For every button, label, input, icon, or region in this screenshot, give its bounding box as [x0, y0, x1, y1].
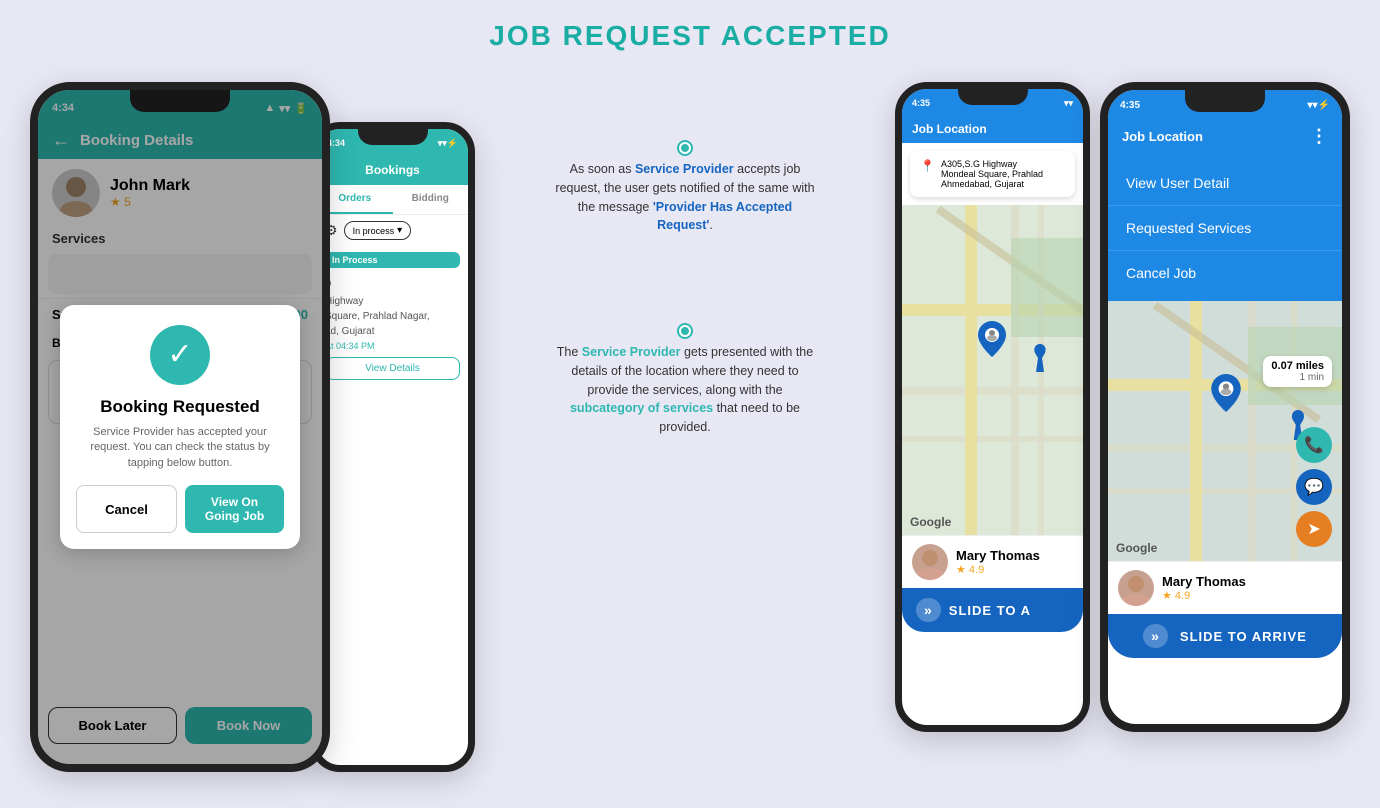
phone3-notch	[958, 89, 1028, 105]
phone4-header: Job Location ⋮	[1108, 118, 1342, 155]
phone-group-right: 4:35 ▾▾ Job Location 📍 A305,S.G Highway …	[895, 82, 1350, 732]
distance-badge: 0.07 miles 1 min	[1263, 356, 1332, 387]
phone2-frame: 4:34 ▾▾⚡ Bookings Orders Bidding ⚙ In pr…	[310, 122, 475, 772]
content-area: 4:34 ▲ ▾▾ 🔋 ← Booking Details	[30, 82, 1350, 772]
phone4-title: Job Location	[1122, 129, 1203, 144]
phone4-time: 4:35	[1120, 100, 1140, 111]
time-label: At 04:34 PM	[317, 339, 468, 353]
phone4-notch	[1185, 90, 1265, 112]
phone4-user-card: Mary Thomas ★ 4.9	[1108, 561, 1342, 614]
phone3-user-name: Mary Thomas	[956, 548, 1040, 563]
phone1-frame: 4:34 ▲ ▾▾ 🔋 ← Booking Details	[30, 82, 330, 772]
phone4-slide-label: SLIDE TO ARRIVE	[1180, 629, 1307, 644]
tab-bidding[interactable]: Bidding	[393, 185, 469, 214]
order-count: 0	[317, 274, 468, 294]
phone4-frame: 4:35 ▾▾⚡ Job Location ⋮ View User Detail…	[1100, 82, 1350, 732]
modal-buttons: Cancel View On Going Job	[76, 485, 284, 533]
dropdown-menu: View User Detail Requested Services Canc…	[1108, 155, 1342, 301]
in-process-badge: In Process	[325, 252, 460, 268]
phone4-slide-bar[interactable]: » SLIDE TO ARRIVE	[1108, 614, 1342, 658]
explanation-section: As soon as Service Provider accepts job …	[545, 82, 825, 437]
view-ongoing-job-button[interactable]: View On Going Job	[185, 485, 284, 533]
menu-view-user-detail[interactable]: View User Detail	[1108, 161, 1342, 206]
action-buttons: 📞 💬 ➤	[1296, 427, 1332, 547]
slide-arrows-icon-3: »	[916, 598, 941, 622]
filter-chevron: ▾	[397, 225, 402, 236]
phone2-title: Bookings	[365, 163, 420, 177]
phone3-user-card: Mary Thomas ★ 4.9	[902, 535, 1083, 588]
map-pin-4	[1211, 374, 1241, 417]
menu-cancel-job[interactable]: Cancel Job	[1108, 251, 1342, 295]
phone3-slide-label: SLIDE TO A	[949, 603, 1031, 618]
map-person-icon	[1030, 344, 1050, 377]
phone2-tabs: Orders Bidding	[317, 185, 468, 215]
success-check-icon: ✓	[150, 325, 210, 385]
phone3-title: Job Location	[912, 122, 987, 136]
gujarat-text: ad, Gujarat	[317, 324, 468, 339]
page-title: JOB REQUEST ACCEPTED	[489, 20, 890, 52]
phone-call-button[interactable]: 📞	[1296, 427, 1332, 463]
dot-2	[679, 325, 691, 337]
filter-label: In process	[353, 226, 395, 236]
booking-modal: ✓ Booking Requested Service Provider has…	[60, 305, 300, 549]
explanation-block-1: As soon as Service Provider accepts job …	[555, 142, 815, 235]
phone4-user-rating: ★ 4.9	[1162, 589, 1246, 602]
chip-address: A305,S.G Highway Mondeal Square, Prahlad…	[941, 159, 1043, 189]
wifi-icon3: ▾▾	[1064, 98, 1073, 109]
view-details-button[interactable]: View Details	[325, 357, 460, 380]
modal-body: Service Provider has accepted your reque…	[76, 425, 284, 471]
wifi-icon2: ▾▾⚡	[438, 138, 458, 149]
phone4-map: 📞 💬 ➤ 0.07 miles 1 min Google	[1108, 301, 1342, 561]
phone3-frame: 4:35 ▾▾ Job Location 📍 A305,S.G Highway …	[895, 82, 1090, 732]
phone3-map: Google	[902, 205, 1083, 535]
phone4-user-avatar	[1118, 570, 1154, 606]
phone4-user-name: Mary Thomas	[1162, 574, 1246, 589]
filter-row: ⚙ In process ▾	[317, 215, 468, 246]
highway-text: Highway	[317, 294, 468, 309]
modal-overlay: ✓ Booking Requested Service Provider has…	[38, 90, 322, 764]
modal-title: Booking Requested	[76, 397, 284, 417]
dot-1	[679, 142, 691, 154]
slide-arrows-icon-4: »	[1143, 624, 1168, 648]
menu-requested-services[interactable]: Requested Services	[1108, 206, 1342, 251]
phone4-status-icons: ▾▾⚡	[1308, 100, 1331, 111]
wifi-icon4: ▾▾⚡	[1308, 100, 1331, 111]
phone3-header: Job Location	[902, 115, 1083, 143]
phone2-status-icons: ▾▾⚡	[438, 138, 458, 149]
google-logo-3: Google	[910, 515, 951, 529]
phone3-user-details: Mary Thomas ★ 4.9	[956, 548, 1040, 576]
chip-pin-icon: 📍	[920, 159, 935, 173]
navigate-button[interactable]: ➤	[1296, 511, 1332, 547]
explanation-text-2: The Service Provider gets presented with…	[555, 343, 815, 437]
map-pin-1	[978, 321, 1006, 364]
phone2-notch	[358, 129, 428, 145]
more-options-icon[interactable]: ⋮	[1310, 126, 1328, 147]
phone3-location-chip: 📍 A305,S.G Highway Mondeal Square, Prahl…	[910, 151, 1075, 197]
google-logo-4: Google	[1116, 541, 1157, 555]
filter-badge[interactable]: In process ▾	[344, 221, 412, 240]
phone-group-left: 4:34 ▲ ▾▾ 🔋 ← Booking Details	[30, 82, 475, 772]
phone3-time: 4:35	[912, 98, 930, 108]
phone3-slide-bar[interactable]: » SLIDE TO A	[902, 588, 1083, 632]
phone2-header: Bookings	[317, 155, 468, 185]
phone4-user-details: Mary Thomas ★ 4.9	[1162, 574, 1246, 602]
time-estimate: 1 min	[1271, 372, 1324, 383]
explanation-text-1: As soon as Service Provider accepts job …	[555, 160, 815, 235]
phone3-status-icons: ▾▾	[1064, 98, 1073, 109]
explanation-block-2: The Service Provider gets presented with…	[555, 325, 815, 437]
phone3-user-avatar	[912, 544, 948, 580]
chat-button[interactable]: 💬	[1296, 469, 1332, 505]
cancel-button[interactable]: Cancel	[76, 485, 177, 533]
square-text: Square, Prahlad Nagar,	[317, 309, 468, 324]
phone3-user-rating: ★ 4.9	[956, 563, 1040, 576]
distance-value: 0.07 miles	[1271, 360, 1324, 372]
